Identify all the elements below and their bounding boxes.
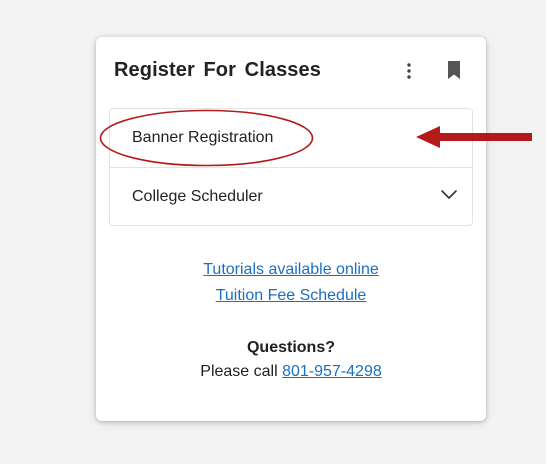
call-prefix: Please call [200,363,283,380]
list-item-college-scheduler[interactable]: College Scheduler [110,168,472,226]
questions-section: Questions? Please call 801-957-4298 [96,336,486,384]
tutorials-link[interactable]: Tutorials available online [203,261,379,278]
kebab-menu-icon[interactable] [400,61,418,81]
questions-heading: Questions? [246,339,335,356]
call-line: Please call 801-957-4298 [96,360,486,384]
list-item-label: College Scheduler [132,188,263,205]
phone-link[interactable]: 801-957-4298 [282,363,382,380]
bookmark-icon[interactable] [445,60,463,80]
chevron-down-icon[interactable] [440,188,458,202]
card-title: Register For Classes [114,59,321,81]
registration-list: Banner Registration College Scheduler [109,108,473,226]
resource-links: Tutorials available online Tuition Fee S… [96,257,486,309]
tuition-fee-schedule-link[interactable]: Tuition Fee Schedule [216,287,367,304]
register-for-classes-card: Register For Classes Banner Registration… [96,37,486,421]
card-header: Register For Classes [96,37,486,105]
list-item-banner-registration[interactable]: Banner Registration [110,109,472,168]
page-bottom-edge [0,464,546,470]
list-item-label: Banner Registration [132,129,274,146]
